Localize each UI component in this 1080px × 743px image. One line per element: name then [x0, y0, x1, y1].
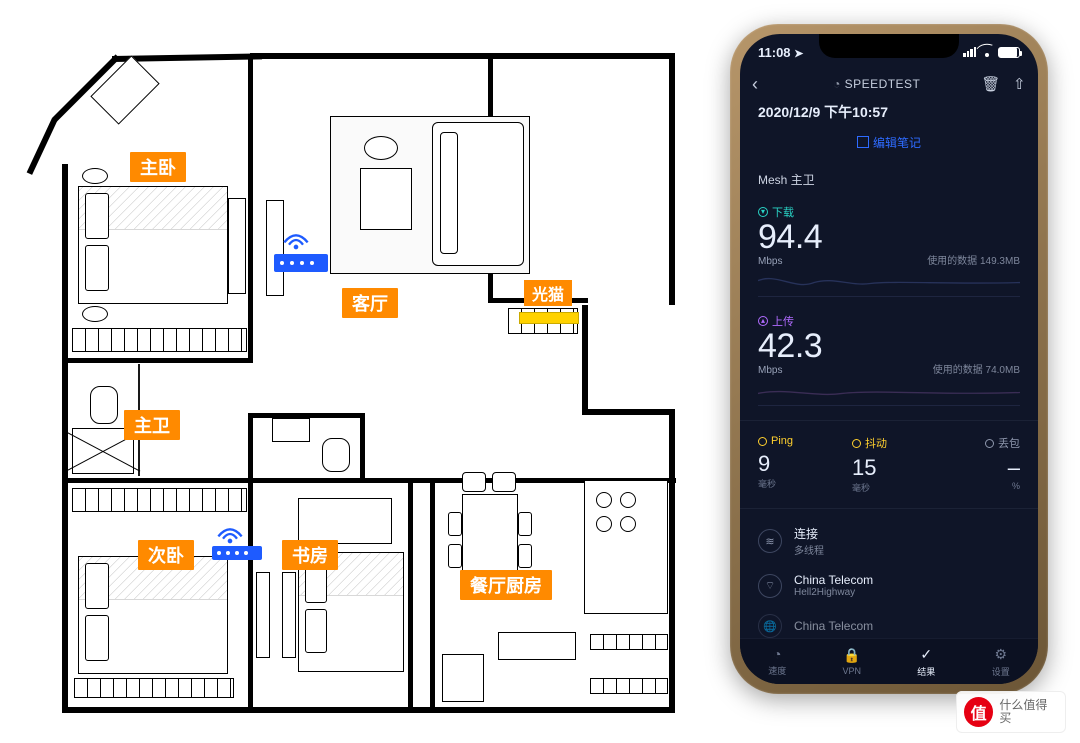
- connection-icon: ≋: [758, 529, 782, 553]
- network-name: Mesh 主卫: [758, 171, 1020, 188]
- bed-master: [78, 186, 228, 304]
- share-button[interactable]: ⇧: [1013, 75, 1026, 93]
- status-clock: 11:08 ➤: [758, 45, 803, 60]
- fridge: [442, 654, 484, 702]
- isp-row[interactable]: ⌔ China Telecom Hell2Highway: [758, 573, 1020, 598]
- label-study: 书房: [282, 540, 338, 570]
- floorplan-diagram: 主卧 客厅 光猫 主卫 次卧 书房 餐厅厨房: [30, 18, 690, 723]
- download-icon: ▾: [758, 207, 768, 217]
- battery-icon: [998, 47, 1020, 58]
- wifi-icon: [282, 228, 310, 252]
- label-modem: 光猫: [524, 280, 572, 306]
- toilet-second: [322, 438, 350, 472]
- tab-vpn[interactable]: 🔒 VPN: [815, 639, 890, 684]
- label-kitchen-dining: 餐厅厨房: [460, 570, 552, 600]
- jitter-metric: 抖动 15 毫秒: [852, 435, 926, 494]
- bed-second: [78, 556, 228, 674]
- tab-results[interactable]: ✓ 结果: [889, 639, 964, 684]
- connection-row[interactable]: ≋ 连接 多线程: [758, 525, 1020, 557]
- packet-loss-metric: 丢包 – %: [946, 435, 1020, 494]
- coffee-table: [360, 168, 412, 230]
- ping-metric: Ping 9 毫秒: [758, 435, 832, 494]
- sink: [498, 632, 576, 660]
- globe-icon: 🌐: [758, 614, 782, 638]
- tab-speed[interactable]: ◔ 速度: [740, 639, 815, 684]
- watermark-logo-icon: 值: [964, 697, 993, 727]
- download-value: 94.4: [758, 220, 822, 254]
- check-icon: ✓: [920, 646, 932, 663]
- label-living-room: 客厅: [342, 288, 398, 318]
- watermark-text: 什么值得买: [999, 699, 1058, 725]
- wifi-icon: ⌔: [758, 574, 782, 598]
- phone-screen: 11:08 ➤ ‹ ◔ SPEEDTEST 🗑 ⇧ 202: [740, 34, 1038, 684]
- label-master-bath: 主卫: [124, 410, 180, 440]
- upload-sparkline: [758, 380, 1020, 406]
- router-second-bedroom: [212, 546, 262, 560]
- tv-unit-master: [228, 198, 246, 294]
- download-data-used: 使用的数据 149.3MB: [927, 252, 1020, 267]
- modem-device: [519, 312, 579, 324]
- download-sparkline: [758, 271, 1020, 297]
- upload-value: 42.3: [758, 329, 822, 363]
- wifi-status-icon: [980, 47, 994, 57]
- tv-unit-second: [256, 572, 270, 658]
- tab-settings[interactable]: ⚙ 设置: [964, 639, 1039, 684]
- gauge-icon: ◔: [833, 77, 841, 91]
- label-master-bedroom: 主卧: [130, 152, 186, 182]
- router-living: [274, 254, 328, 272]
- label-second-bedroom: 次卧: [138, 540, 194, 570]
- upload-icon: ▴: [758, 316, 768, 326]
- wifi-icon: [216, 522, 244, 546]
- result-timestamp: 2020/12/9 下午10:57: [758, 102, 1020, 122]
- jitter-icon: [852, 439, 861, 448]
- ping-icon: [758, 437, 767, 446]
- upload-unit: Mbps: [758, 365, 822, 376]
- gauge-icon: ◔: [773, 646, 781, 662]
- delete-button[interactable]: 🗑: [981, 75, 1001, 93]
- gear-icon: ⚙: [994, 646, 1007, 663]
- location-icon: ➤: [794, 48, 803, 60]
- watermark: 值 什么值得买: [956, 691, 1066, 733]
- back-button[interactable]: ‹: [752, 74, 772, 95]
- cellular-signal-icon: [963, 47, 976, 57]
- dining-table: [462, 494, 518, 582]
- bed-study: [298, 552, 404, 672]
- upload-metric: ▴ 上传 42.3 Mbps 使用的数据 74.0MB: [758, 313, 1020, 406]
- upload-data-used: 使用的数据 74.0MB: [933, 361, 1020, 376]
- phone-notch: [819, 34, 959, 58]
- download-unit: Mbps: [758, 256, 822, 267]
- nav-bar: ‹ ◔ SPEEDTEST 🗑 ⇧: [740, 68, 1038, 100]
- server-row[interactable]: 🌐 China Telecom: [758, 614, 1020, 638]
- phone-mockup: 11:08 ➤ ‹ ◔ SPEEDTEST 🗑 ⇧ 202: [730, 24, 1048, 694]
- edit-note-button[interactable]: 编辑笔记: [758, 134, 1020, 151]
- app-title: ◔ SPEEDTEST: [772, 77, 981, 91]
- tv-unit-study: [282, 572, 296, 658]
- loss-icon: [985, 439, 994, 448]
- lock-icon: 🔒: [843, 647, 860, 664]
- download-metric: ▾ 下载 94.4 Mbps 使用的数据 149.3MB: [758, 204, 1020, 297]
- speedtest-result: 2020/12/9 下午10:57 编辑笔记 Mesh 主卫 ▾ 下载 94.4…: [740, 100, 1038, 638]
- tab-bar: ◔ 速度 🔒 VPN ✓ 结果 ⚙ 设置: [740, 638, 1038, 684]
- toilet-master: [90, 386, 118, 424]
